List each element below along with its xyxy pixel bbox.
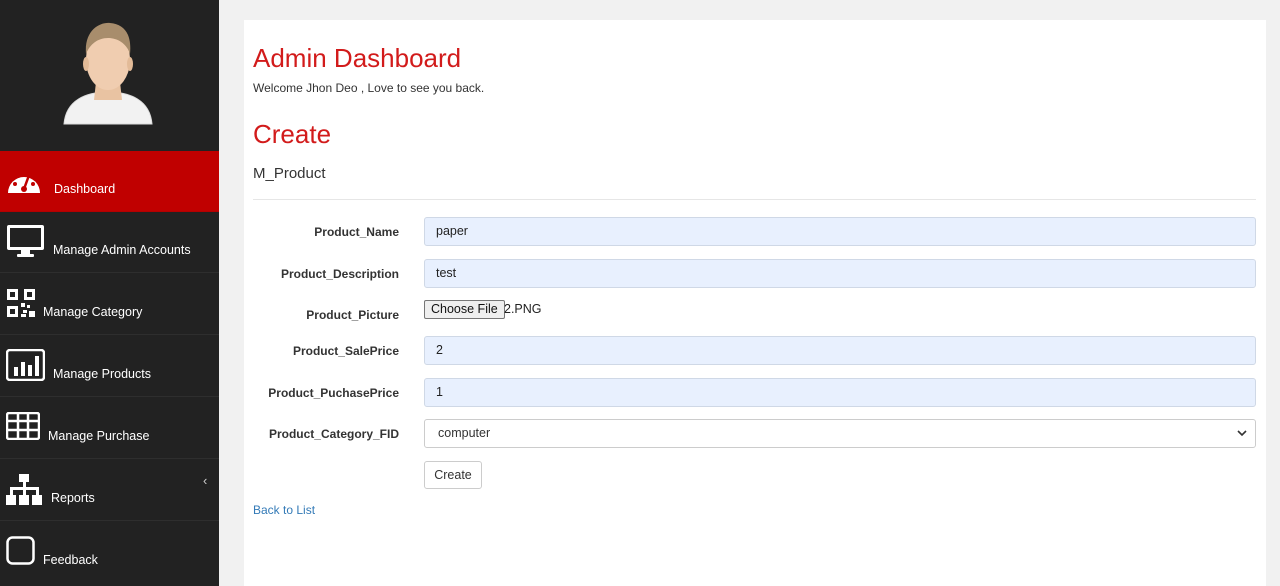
form-title: Create xyxy=(253,119,332,149)
table-grid-icon xyxy=(6,412,40,440)
sidebar: Dashboard Manage Admin Accounts Manage C… xyxy=(0,0,219,586)
product-puchaseprice-label: Product_PuchasePrice xyxy=(268,386,399,400)
collapse-chevron-icon[interactable]: ‹ xyxy=(203,473,207,488)
product-saleprice-label: Product_SalePrice xyxy=(292,344,399,358)
sidebar-item-reports[interactable]: Reports xyxy=(0,460,219,521)
product-puchaseprice-input[interactable]: 1 xyxy=(424,378,1256,407)
sidebar-item-label: Manage Purchase xyxy=(48,429,150,443)
sidebar-item-label: Reports xyxy=(51,491,95,505)
bar-chart-icon xyxy=(6,349,45,381)
sitemap-icon xyxy=(6,474,42,505)
selected-file-name: 2.PNG xyxy=(504,302,542,316)
content-panel xyxy=(244,20,1266,586)
product-category-select[interactable]: computer xyxy=(424,419,1256,448)
qr-code-icon xyxy=(7,289,35,317)
chevron-down-icon xyxy=(1237,430,1247,437)
product-category-fid-label: Product_Category_FID xyxy=(268,427,399,441)
sidebar-item-label: Manage Category xyxy=(43,305,143,319)
choose-file-button[interactable]: Choose File xyxy=(424,300,505,319)
sidebar-item-label: Dashboard xyxy=(54,182,116,196)
avatar-area xyxy=(0,0,219,151)
sidebar-item-manage-admin-accounts[interactable]: Manage Admin Accounts xyxy=(0,212,219,273)
sidebar-item-manage-purchase[interactable]: Manage Purchase xyxy=(0,398,219,459)
sidebar-item-label: Manage Products xyxy=(53,367,151,381)
dashboard-gauge-icon xyxy=(8,171,40,193)
product-name-input[interactable]: paper xyxy=(424,217,1256,246)
sidebar-item-label: Manage Admin Accounts xyxy=(53,243,191,257)
sidebar-item-feedback[interactable]: Feedback xyxy=(0,522,219,583)
welcome-text: Welcome Jhon Deo , Love to see you back. xyxy=(253,81,485,95)
sidebar-item-label: Feedback xyxy=(43,553,98,567)
product-description-input[interactable]: test xyxy=(424,259,1256,288)
back-to-list-link[interactable]: Back to List xyxy=(253,503,315,517)
product-picture-label: Product_Picture xyxy=(306,308,399,322)
square-icon xyxy=(6,536,35,565)
product-saleprice-input[interactable]: 2 xyxy=(424,336,1256,365)
sidebar-item-manage-category[interactable]: Manage Category xyxy=(0,274,219,335)
selected-category: computer xyxy=(438,426,491,440)
sidebar-item-dashboard[interactable]: Dashboard xyxy=(0,151,219,212)
divider xyxy=(253,199,1256,200)
create-button[interactable]: Create xyxy=(424,461,482,489)
sidebar-item-manage-products[interactable]: Manage Products xyxy=(0,336,219,397)
avatar xyxy=(63,22,153,125)
monitor-icon xyxy=(7,225,44,257)
form-subtitle: M_Product xyxy=(253,165,326,182)
product-name-label: Product_Name xyxy=(314,225,399,239)
product-description-label: Product_Description xyxy=(280,267,399,281)
page-title: Admin Dashboard xyxy=(253,43,462,73)
